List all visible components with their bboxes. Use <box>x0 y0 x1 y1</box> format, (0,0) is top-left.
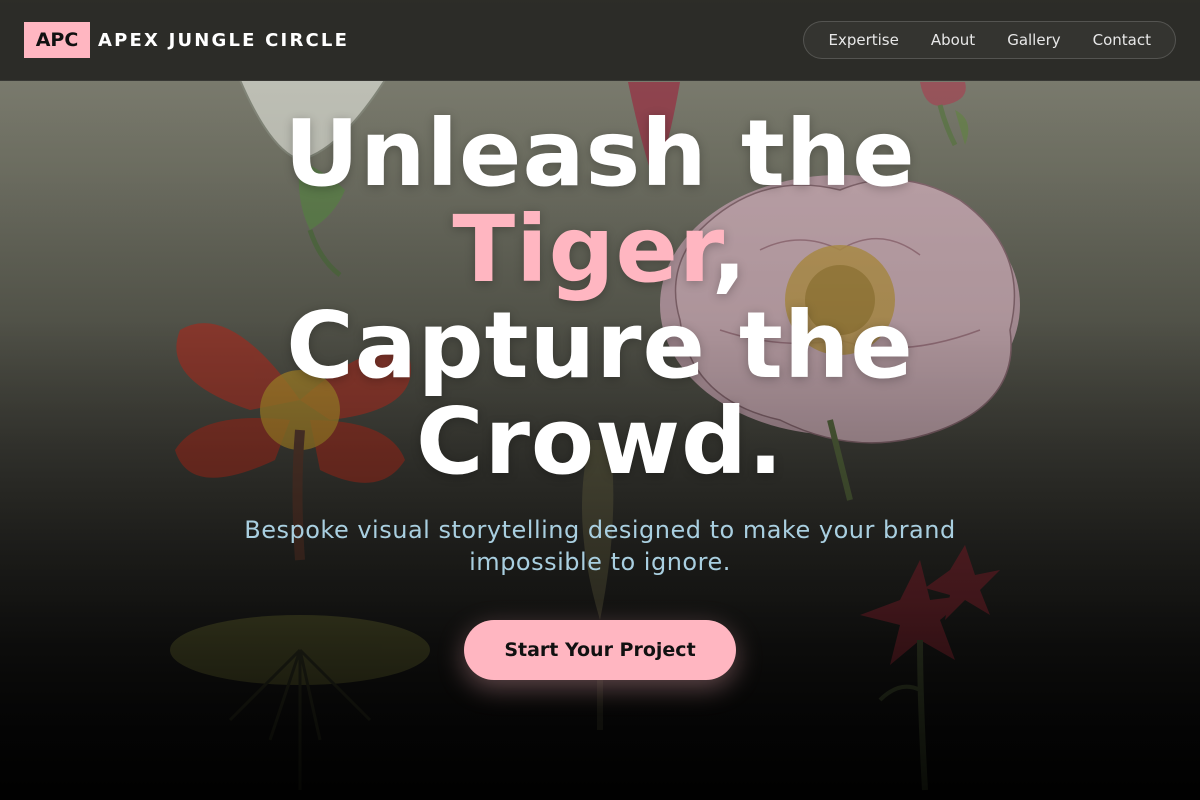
hero-section: Unleash the Tiger, Capture the Crowd. Be… <box>0 106 1200 680</box>
site-header: APC APEX JUNGLE CIRCLE Expertise About G… <box>0 0 1200 81</box>
headline-line-3: Capture the <box>286 292 914 399</box>
nav-link-about[interactable]: About <box>915 21 991 59</box>
nav-link-expertise[interactable]: Expertise <box>812 21 914 59</box>
brand-name: APEX JUNGLE CIRCLE <box>98 29 350 51</box>
main-nav: Expertise About Gallery Contact <box>803 21 1176 59</box>
headline-line-1: Unleash the <box>284 100 916 207</box>
headline-line-2: Tiger, <box>0 202 1200 298</box>
brand-logo[interactable]: APC APEX JUNGLE CIRCLE <box>24 22 349 58</box>
brand-mark: APC <box>24 22 90 58</box>
headline-line-4: Crowd. <box>416 388 784 495</box>
hero-subtitle: Bespoke visual storytelling designed to … <box>244 516 956 576</box>
headline-comma: , <box>711 196 748 303</box>
nav-link-contact[interactable]: Contact <box>1077 21 1167 59</box>
nav-link-gallery[interactable]: Gallery <box>991 21 1076 59</box>
start-project-button[interactable]: Start Your Project <box>464 620 736 680</box>
headline-accent-word: Tiger <box>452 196 712 303</box>
hero-headline: Unleash the Tiger, Capture the Crowd. <box>0 106 1200 490</box>
